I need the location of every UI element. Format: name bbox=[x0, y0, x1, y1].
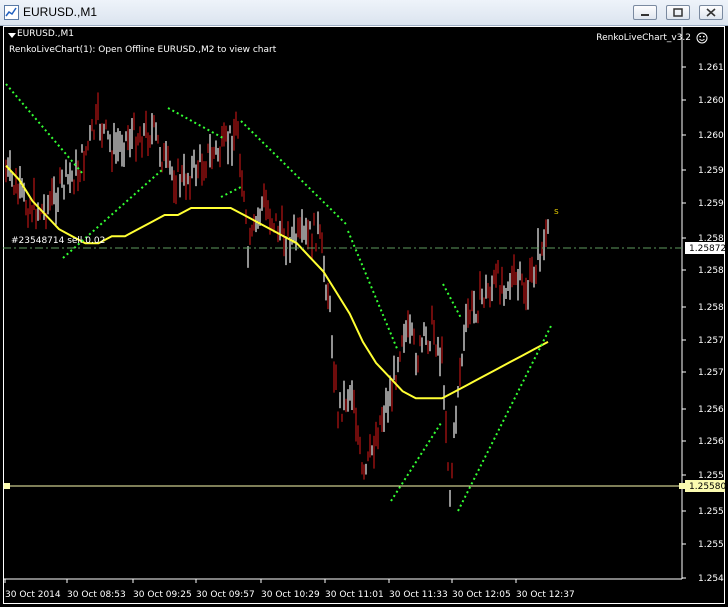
price-tick-label: 1.25845 bbox=[698, 266, 725, 276]
price-tick-label: 1.25675 bbox=[698, 405, 725, 415]
trailing-stop-dots bbox=[390, 422, 442, 502]
price-tick-label: 1.26055 bbox=[698, 96, 725, 106]
time-tick-label: 30 Oct 09:25 bbox=[133, 590, 192, 600]
time-tick-label: 30 Oct 11:33 bbox=[389, 590, 448, 600]
order-line-handle-left bbox=[4, 483, 10, 489]
time-tick-label: 30 Oct 12:05 bbox=[452, 590, 511, 600]
price-tick-label: 1.25970 bbox=[698, 166, 725, 176]
smiley-icon bbox=[696, 32, 708, 44]
price-tick-label: 1.25510 bbox=[698, 540, 725, 550]
time-tick-label: 30 Oct 11:01 bbox=[325, 590, 384, 600]
chart-canvas[interactable]: 1.26190 1.26055 1.26010 1.25970 1.25930 1.258… bbox=[3, 26, 725, 604]
order-line-handle-right bbox=[679, 483, 685, 489]
trailing-stop-dots bbox=[220, 185, 244, 198]
window-titlebar[interactable]: EURUSD.,M1 bbox=[0, 0, 728, 26]
price-tick-label: 1.25720 bbox=[698, 368, 725, 378]
minimize-icon bbox=[641, 14, 649, 16]
moving-average-line bbox=[5, 165, 549, 400]
expert-advisor-label: RenkoLiveChart_v3.2 bbox=[596, 33, 691, 43]
price-tick-label: 1.25595 bbox=[698, 471, 725, 481]
price-tick-label: 1.25465 bbox=[698, 574, 725, 584]
chart-frame bbox=[3, 26, 725, 604]
trailing-stop-dots bbox=[457, 325, 552, 512]
price-tick-label: 1.25930 bbox=[698, 199, 725, 209]
price-chart[interactable]: 1.26190 1.26055 1.26010 1.25970 1.25930 1.258… bbox=[3, 26, 725, 604]
price-tick-label: 1.25760 bbox=[698, 336, 725, 346]
price-tick-label: 1.26010 bbox=[698, 131, 725, 141]
close-button[interactable] bbox=[699, 5, 723, 20]
close-icon bbox=[706, 8, 716, 17]
time-tick-label: 30 Oct 2014 bbox=[5, 590, 61, 600]
sell-signal-marker: s bbox=[554, 207, 559, 217]
time-tick-label: 30 Oct 08:53 bbox=[67, 590, 126, 600]
price-tick-label: 1.25550 bbox=[698, 507, 725, 517]
time-tick-label: 30 Oct 09:57 bbox=[196, 590, 255, 600]
chart-window-icon bbox=[4, 5, 19, 20]
order-price-label: 1.25580 bbox=[689, 482, 725, 492]
current-price-label: 1.25872 bbox=[689, 244, 725, 254]
restore-button[interactable] bbox=[666, 5, 690, 20]
window-title: EURUSD.,M1 bbox=[23, 5, 98, 19]
time-tick-label: 30 Oct 12:37 bbox=[516, 590, 575, 600]
chart-symbol-label: EURUSD.,M1 bbox=[17, 29, 74, 39]
trailing-stop-dots bbox=[5, 83, 84, 175]
symbol-menu-arrow-icon[interactable] bbox=[8, 33, 16, 38]
price-tick-label: 1.26190 bbox=[698, 63, 725, 73]
trailing-stop-dots bbox=[442, 283, 462, 319]
price-tick-label: 1.25800 bbox=[698, 303, 725, 313]
trailing-stop-dots bbox=[167, 107, 224, 139]
trailing-stop-dots bbox=[347, 230, 399, 352]
indicator-status-text: RenkoLiveChart(1): Open Offline EURUSD.,… bbox=[9, 45, 277, 55]
time-tick-label: 30 Oct 10:29 bbox=[261, 590, 320, 600]
minimize-button[interactable] bbox=[633, 5, 657, 20]
order-line-label[interactable]: #23548714 sell 0.02 bbox=[11, 236, 105, 246]
restore-icon bbox=[673, 8, 683, 17]
price-tick-label: 1.25635 bbox=[698, 437, 725, 447]
trailing-stop-dots bbox=[240, 120, 349, 227]
